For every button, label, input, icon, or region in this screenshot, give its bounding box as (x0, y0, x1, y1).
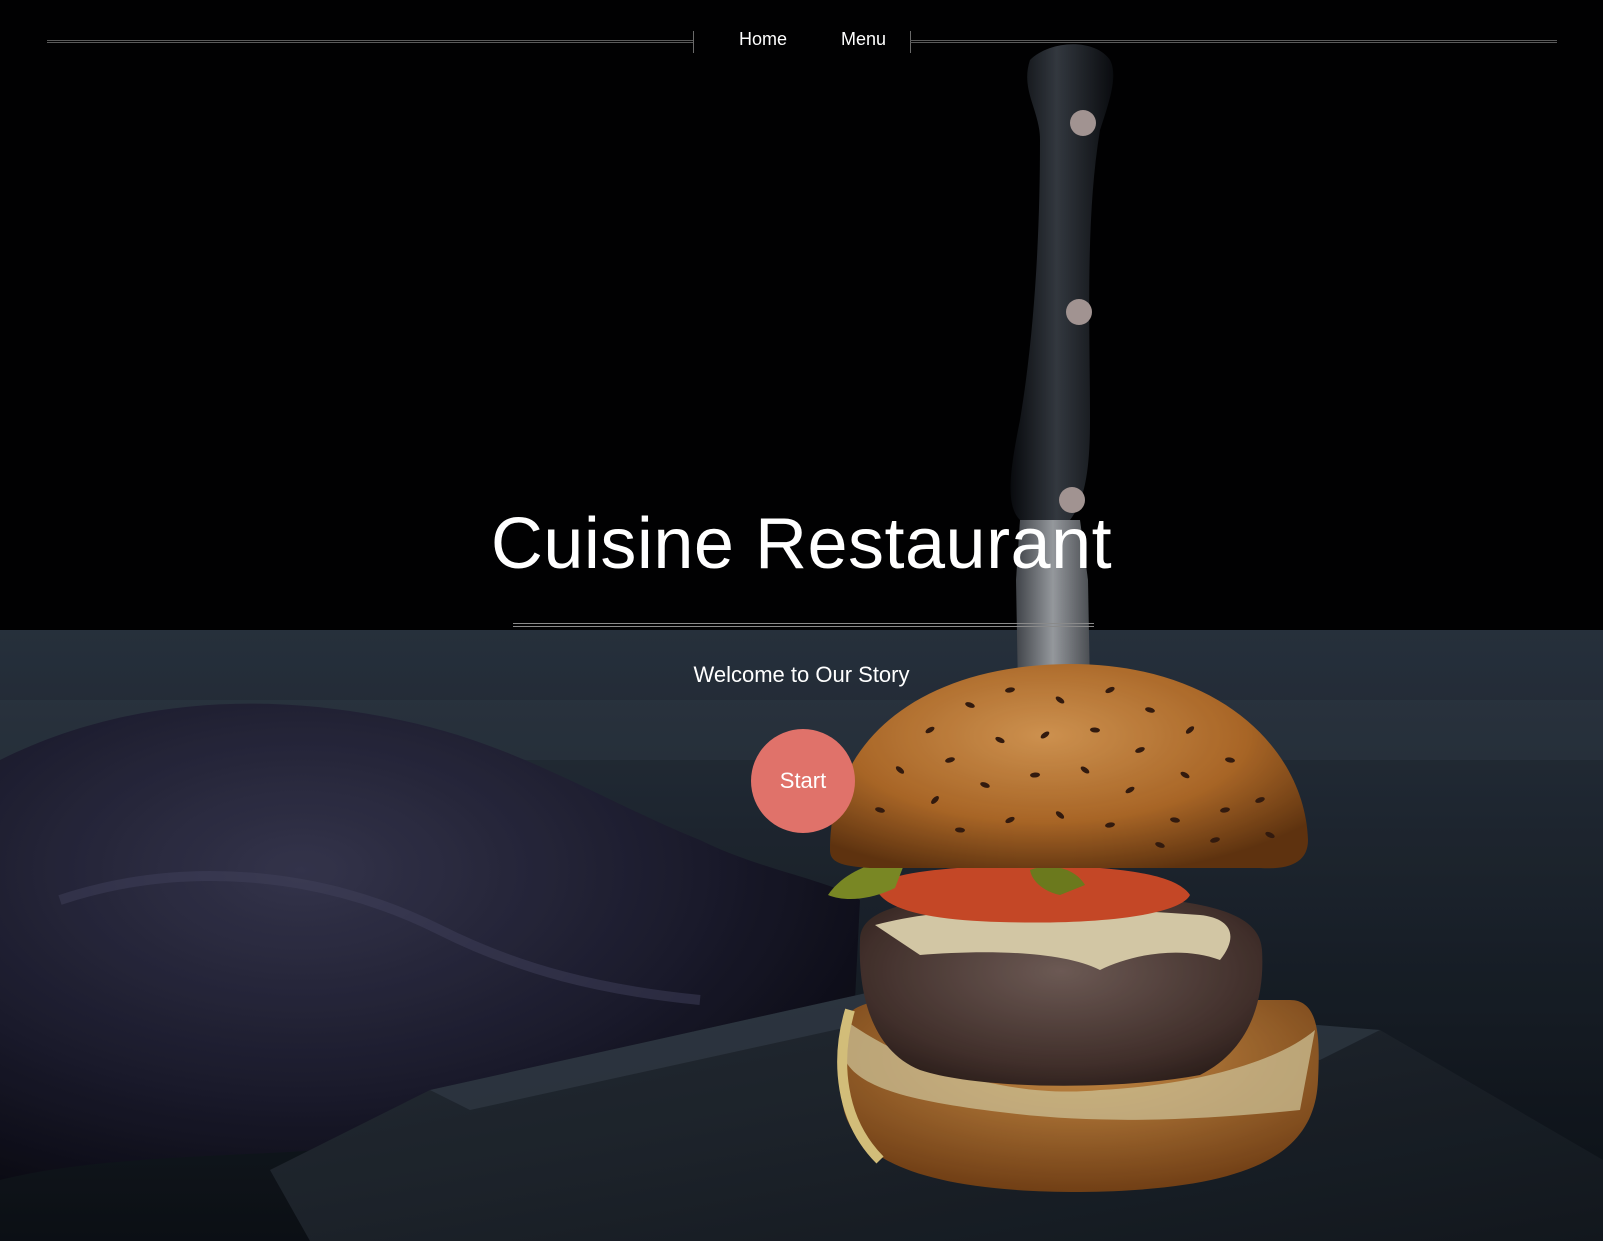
nav-tick-left (693, 31, 694, 53)
hero-subtitle: Welcome to Our Story (693, 662, 910, 687)
top-navigation: Home Menu (47, 26, 1557, 56)
start-button[interactable]: Start (751, 729, 855, 833)
hero-divider (513, 623, 1094, 627)
hero-title: Cuisine Restaurant (490, 504, 1113, 584)
nav-link-menu[interactable]: Menu (841, 29, 886, 50)
nav-divider-right (910, 40, 1557, 43)
nav-divider-left (47, 40, 694, 43)
landing-page: Home Menu Cuisine Restaurant Welcome to … (0, 0, 1603, 1241)
nav-link-home[interactable]: Home (739, 29, 787, 50)
hero-background-image (0, 0, 1603, 1241)
